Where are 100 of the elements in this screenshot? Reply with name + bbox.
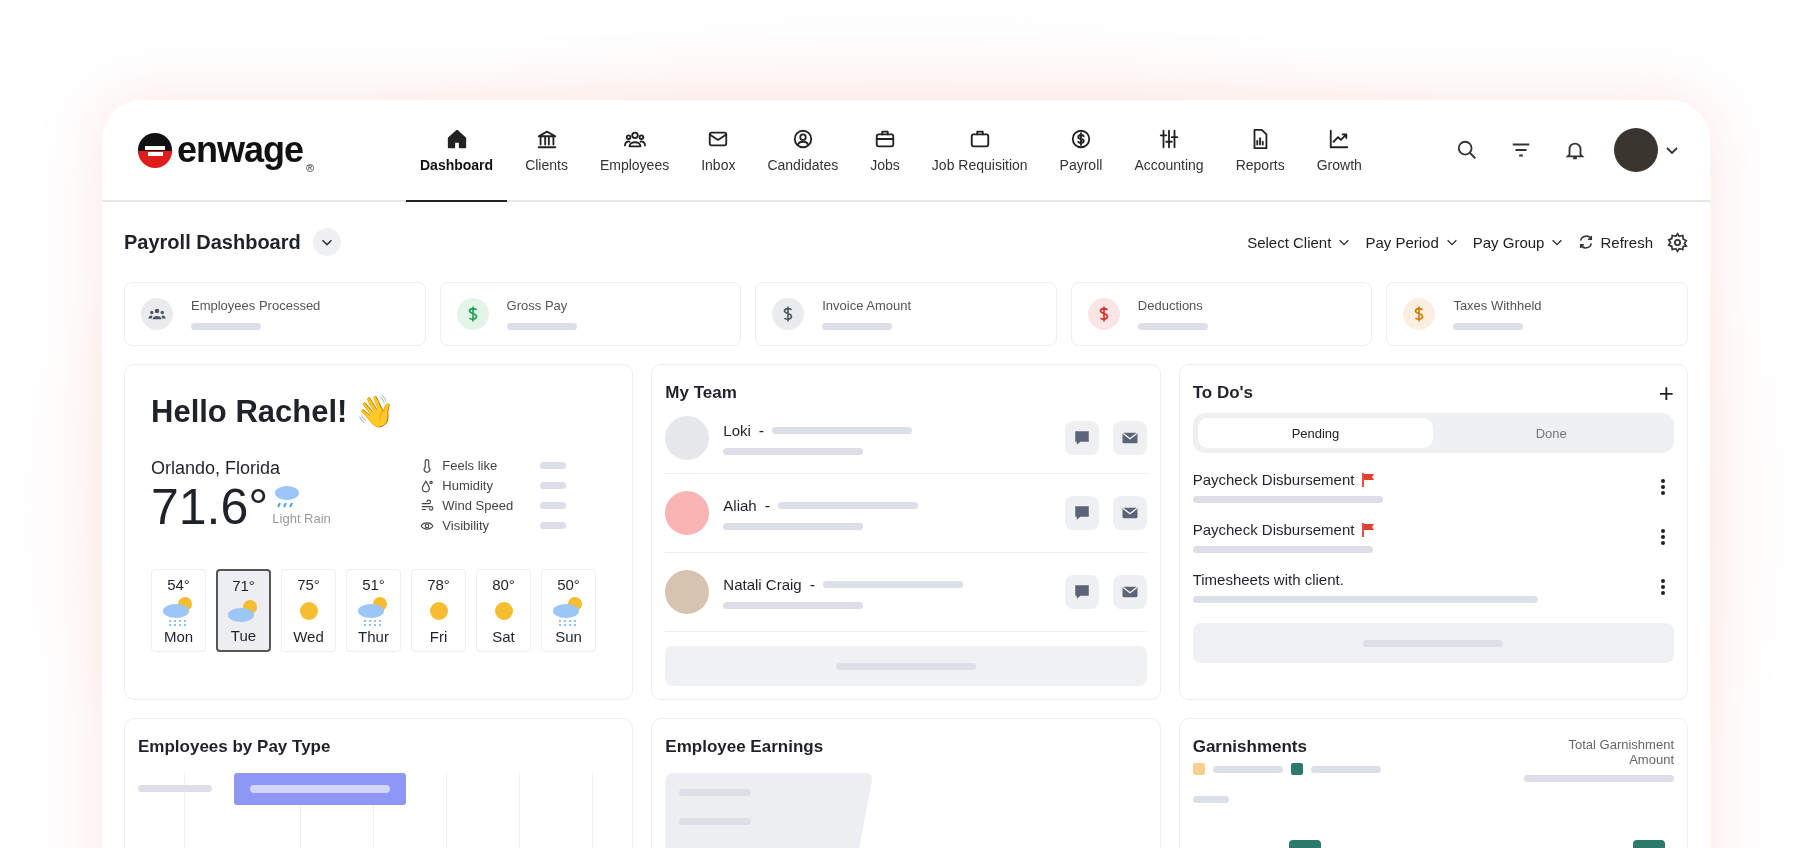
- forecast-day[interactable]: 78° Fri: [411, 569, 466, 652]
- nav-tab[interactable]: Payroll: [1045, 100, 1117, 202]
- title-dropdown-button[interactable]: [312, 228, 341, 256]
- todo-title: Paycheck Disbursement: [1192, 521, 1355, 538]
- kpi-label: Taxes Withheld: [1453, 298, 1542, 313]
- refresh-icon: [1578, 234, 1595, 250]
- email-button[interactable]: [1112, 575, 1147, 609]
- user-avatar[interactable]: [1614, 128, 1658, 172]
- forecast-day[interactable]: 71° Tue: [216, 569, 271, 652]
- refresh-button[interactable]: Refresh: [1578, 233, 1653, 251]
- card-title: To Do's: [1192, 383, 1254, 403]
- weather-detail-label: Visibility: [442, 518, 491, 533]
- condition: Light Rain: [272, 511, 331, 526]
- skeleton-bar: [540, 482, 567, 489]
- skeleton-bar: [506, 323, 577, 330]
- greeting: Hello Rachel! 👋: [151, 393, 396, 430]
- forecast-day-label: Thur: [358, 628, 389, 645]
- add-button[interactable]: +: [1658, 383, 1674, 403]
- skeleton-bar: [1310, 765, 1381, 773]
- skeleton-bar: [540, 522, 567, 529]
- page-title: Payroll Dashboard: [124, 230, 301, 254]
- chat-button[interactable]: [1064, 575, 1099, 609]
- chat-bubble-icon: [1072, 429, 1091, 447]
- kpi-label: Employees Processed: [191, 298, 321, 313]
- skeleton-bar: [822, 323, 893, 330]
- person-circle-icon: [791, 127, 814, 150]
- weather-detail-label: Wind Speed: [442, 498, 515, 513]
- more-icon[interactable]: [1660, 578, 1666, 596]
- forecast-temperature: 80°: [492, 576, 515, 593]
- skeleton-bar: [540, 502, 567, 509]
- kpi-label: Invoice Amount: [822, 298, 912, 313]
- nav-tab[interactable]: Reports: [1221, 100, 1299, 202]
- logo-mark-icon: [136, 131, 174, 169]
- separator-dash: -: [764, 496, 770, 515]
- skeleton-bar: [1453, 323, 1524, 330]
- logo-wordmark: enwage: [177, 129, 304, 171]
- chat-button[interactable]: [1064, 421, 1099, 455]
- forecast-day-label: Sun: [555, 628, 582, 645]
- nav-tab[interactable]: Jobs: [856, 100, 914, 202]
- forecast-temperature: 51°: [362, 576, 385, 593]
- forecast-temperature: 75°: [297, 576, 320, 593]
- forecast-day[interactable]: 75° Wed: [281, 569, 336, 652]
- tab[interactable]: Done: [1433, 418, 1669, 448]
- nav-tab[interactable]: Candidates: [753, 100, 853, 202]
- more-icon[interactable]: [1660, 478, 1666, 496]
- nav-tab[interactable]: Clients: [511, 100, 582, 202]
- forecast-temperature: 71°: [232, 577, 255, 594]
- dollar-circle-icon: [1069, 127, 1092, 150]
- email-button[interactable]: [1112, 496, 1147, 530]
- nav-tab[interactable]: Job Requisition: [917, 100, 1042, 202]
- nav-tab[interactable]: Dashboard: [406, 100, 508, 202]
- nav-tab[interactable]: Inbox: [687, 100, 750, 202]
- forecast-day[interactable]: 50° Sun: [541, 569, 596, 652]
- member-name: Loki: [723, 422, 751, 439]
- card-title: Employees by Pay Type: [138, 737, 332, 757]
- weather-detail-label: Feels like: [442, 458, 499, 473]
- forecast-day-label: Fri: [429, 628, 448, 645]
- settings-icon[interactable]: [1667, 231, 1688, 253]
- forecast-temperature: 50°: [557, 576, 580, 593]
- email-button[interactable]: [1112, 421, 1147, 455]
- filter-dropdown[interactable]: Select Client: [1247, 233, 1352, 251]
- forecast-day-label: Wed: [293, 628, 324, 645]
- temperature: 71.6°: [151, 479, 269, 535]
- forecast-day-label: Tue: [230, 627, 257, 644]
- chat-bubble-icon: [1072, 504, 1091, 522]
- forecast-day[interactable]: 54° Mon: [151, 569, 206, 652]
- kpi-label: Gross Pay: [506, 298, 569, 313]
- forecast-day[interactable]: 51° Thur: [346, 569, 401, 652]
- forecast-day-label: Sat: [492, 628, 515, 645]
- nav-tab[interactable]: Growth: [1302, 100, 1376, 202]
- todo-title: Timesheets with client.: [1192, 571, 1344, 588]
- nav-tab[interactable]: Employees: [585, 100, 684, 202]
- avatar: [665, 416, 710, 460]
- sliders-icon: [1158, 127, 1180, 150]
- registered-mark: ®: [306, 162, 315, 174]
- forecast-day[interactable]: 80° Sat: [476, 569, 531, 652]
- avatar: [665, 570, 710, 614]
- line-chart-icon: [1328, 127, 1351, 150]
- avatar: [665, 491, 710, 535]
- separator-dash: -: [809, 575, 816, 594]
- search-icon[interactable]: [1456, 139, 1478, 161]
- member-name: Natali Craig: [723, 576, 802, 593]
- skeleton-bar: [1212, 765, 1283, 773]
- forecast-day-label: Mon: [163, 628, 194, 645]
- more-icon[interactable]: [1660, 528, 1666, 546]
- chat-bubble-icon: [1072, 583, 1091, 601]
- forecast-temperature: 78°: [427, 576, 450, 593]
- filter-dropdown[interactable]: Pay Group: [1472, 233, 1565, 251]
- home-icon: [445, 127, 468, 150]
- member-name: Aliah: [723, 497, 757, 514]
- card-title: My Team: [665, 383, 738, 403]
- card-title: Employee Earnings: [665, 737, 825, 757]
- droplet-icon: [420, 478, 435, 493]
- card-title: Garnishments: [1192, 737, 1308, 757]
- kpi-label: Deductions: [1137, 298, 1204, 313]
- separator-dash: -: [758, 421, 765, 440]
- filter-dropdown[interactable]: Pay Period: [1365, 233, 1459, 251]
- tab[interactable]: Pending: [1197, 418, 1434, 448]
- nav-tab[interactable]: Accounting: [1120, 100, 1218, 202]
- chat-button[interactable]: [1064, 496, 1099, 530]
